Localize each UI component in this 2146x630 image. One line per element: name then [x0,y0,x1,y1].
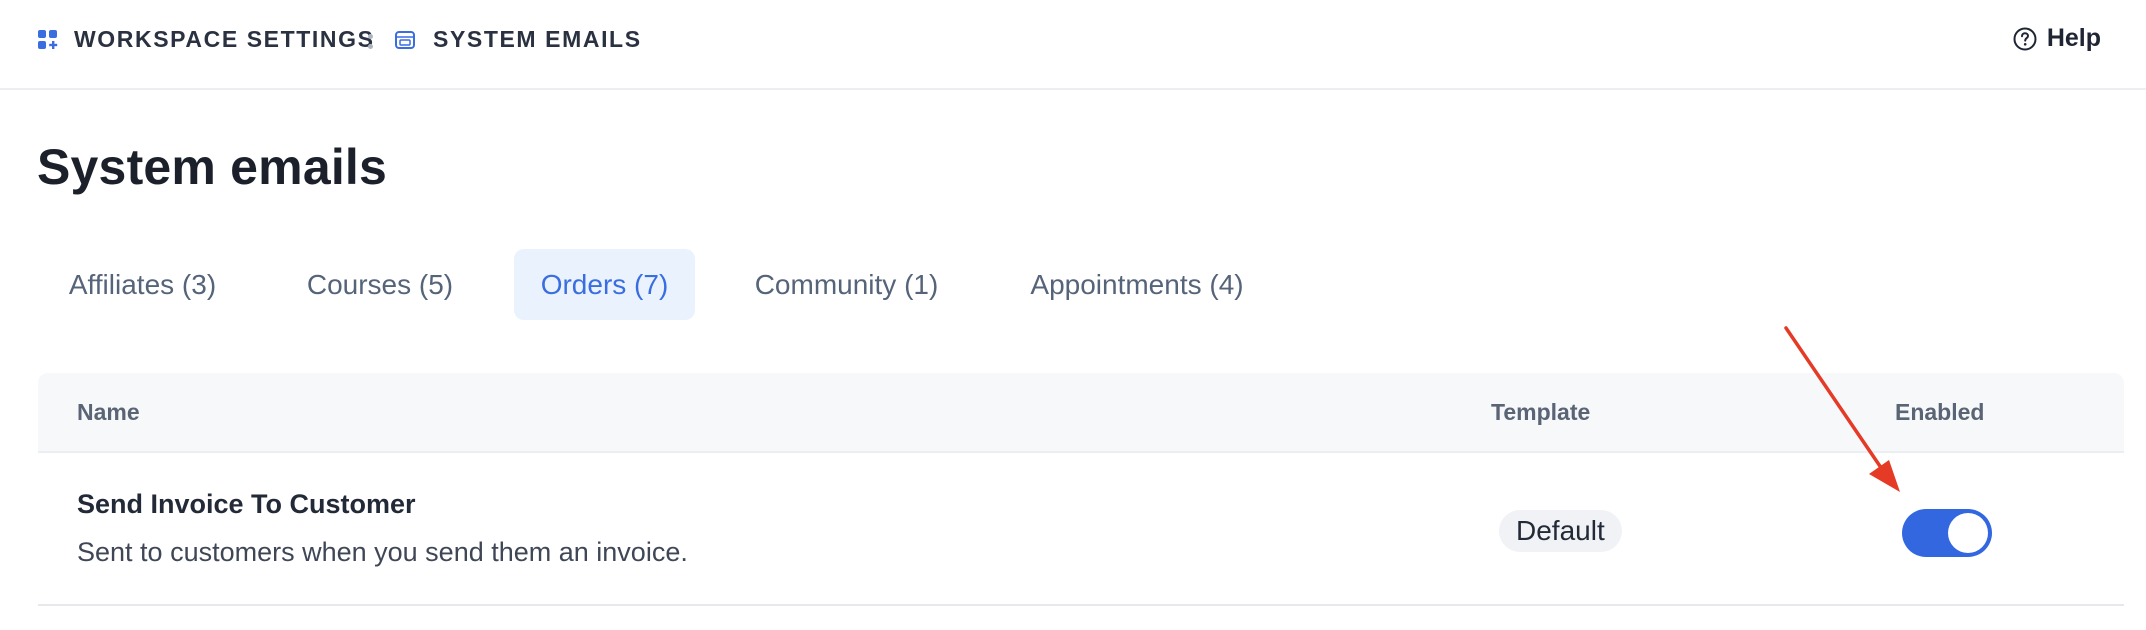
category-tabs: Affiliates (3) Courses (5) Orders (7) Co… [0,249,1400,320]
enabled-toggle[interactable] [1902,509,1992,557]
tab-community[interactable]: Community (1) [732,249,961,320]
breadcrumb-system-emails[interactable]: SYSTEM EMAILS [395,26,642,53]
tab-affiliates[interactable]: Affiliates (3) [37,249,248,320]
column-header-enabled: Enabled [1895,399,1985,425]
breadcrumb-separator [367,31,373,51]
tab-orders[interactable]: Orders (7) [514,249,695,320]
toggle-knob [1948,513,1988,553]
email-window-icon [395,30,415,49]
tab-appointments[interactable]: Appointments (4) [1002,249,1272,320]
breadcrumb-workspace-label: WORKSPACE SETTINGS [74,26,375,52]
tab-courses[interactable]: Courses (5) [283,249,477,320]
top-bar: WORKSPACE SETTINGS SYSTEM EMAILS Help [0,0,2146,90]
breadcrumb-workspace-settings[interactable]: WORKSPACE SETTINGS [38,26,375,53]
breadcrumb-current-label: SYSTEM EMAILS [433,26,642,52]
page-title: System emails [37,139,388,195]
column-header-name: Name [77,399,140,425]
email-description: Sent to customers when you send them an … [77,537,688,567]
help-button[interactable]: Help [2013,24,2101,53]
template-badge[interactable]: Default [1499,510,1622,552]
help-label: Help [2046,24,2101,52]
column-header-template: Template [1491,399,1591,425]
table-row[interactable]: Send Invoice To Customer Sent to custome… [38,453,2124,606]
system-emails-table: Name Template Enabled Send Invoice To Cu… [38,373,2124,606]
question-circle-icon [2013,27,2037,50]
grid-plus-icon [38,29,58,49]
table-header: Name Template Enabled [38,373,2124,453]
email-title[interactable]: Send Invoice To Customer [77,489,416,520]
